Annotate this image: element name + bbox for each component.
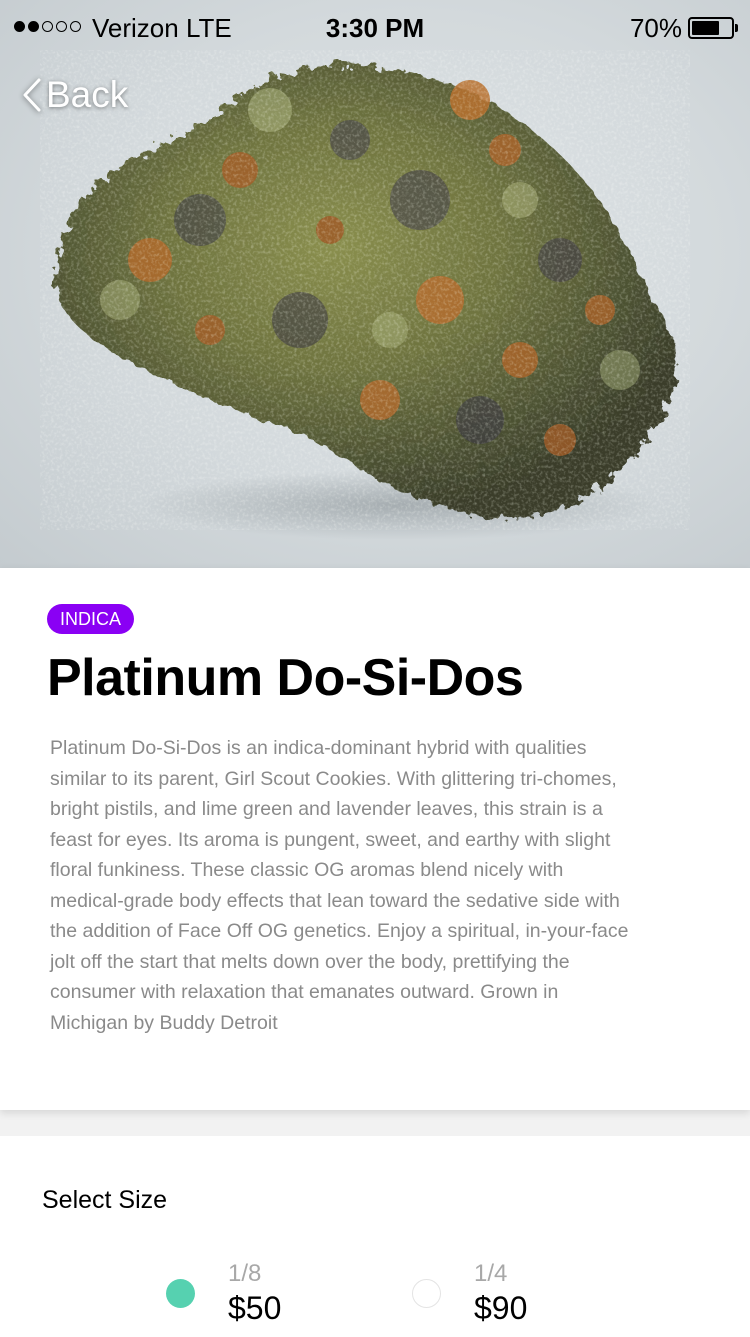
size-price: $50: [228, 1290, 282, 1326]
size-option-quarter[interactable]: 1/4 $90: [412, 1260, 612, 1330]
product-detail-screen: Verizon LTE 3:30 PM 70% Back INDICA Plat…: [0, 0, 750, 1337]
battery-icon: [688, 17, 738, 39]
size-option-eighth[interactable]: 1/8 $50: [166, 1260, 366, 1330]
size-radio-selected[interactable]: [166, 1279, 195, 1308]
battery-percentage: 70%: [629, 13, 682, 43]
size-price: $90: [474, 1290, 528, 1326]
back-label: Back: [46, 74, 129, 115]
back-button[interactable]: Back: [22, 74, 128, 116]
size-fraction: 1/4: [474, 1260, 508, 1287]
category-badge: INDICA: [47, 604, 135, 634]
product-title: Platinum Do-Si-Dos: [47, 649, 524, 707]
status-bar: Verizon LTE 3:30 PM 70%: [0, 0, 750, 56]
size-heading: Select Size: [42, 1186, 168, 1214]
product-details-card: INDICA Platinum Do-Si-Dos Platinum Do-Si…: [0, 568, 750, 1110]
size-selector: Select Size 1/8 $50 1/4 $90: [0, 1136, 750, 1337]
size-radio-unselected[interactable]: [412, 1279, 441, 1308]
size-fraction: 1/8: [228, 1260, 262, 1287]
chevron-left-icon: [23, 78, 41, 112]
product-description: Platinum Do-Si-Dos is an indica-dominant…: [50, 737, 629, 1034]
